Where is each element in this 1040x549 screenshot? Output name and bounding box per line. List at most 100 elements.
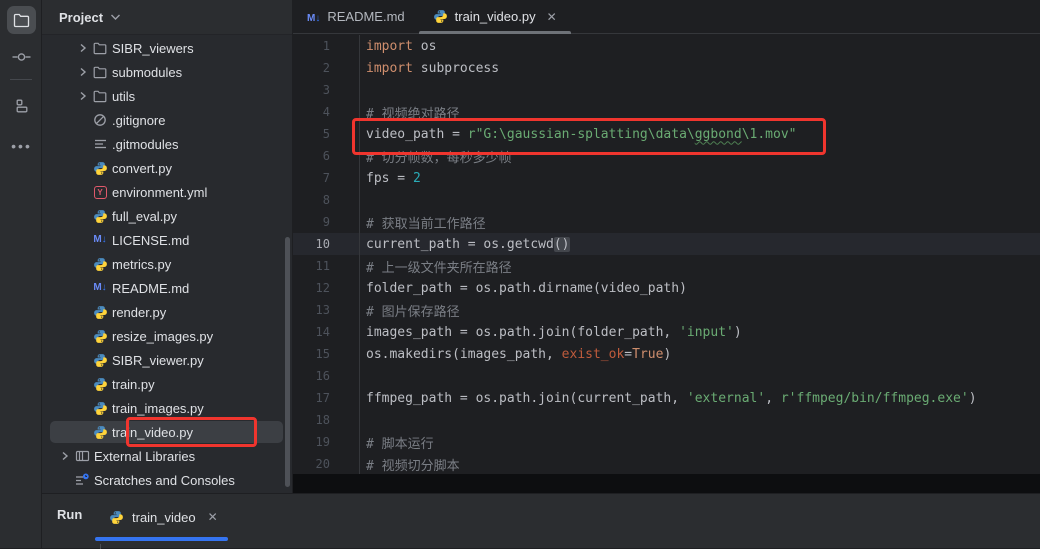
code-line-11[interactable]: 11# 上一级文件夹所在路径: [293, 255, 1040, 277]
tree-item-utils[interactable]: utils: [42, 84, 292, 108]
gutter[interactable]: [330, 431, 360, 453]
tree-item-sibr-viewer-py[interactable]: SIBR_viewer.py: [42, 348, 292, 372]
line-number[interactable]: 9: [293, 215, 330, 229]
close-icon[interactable]: ✕: [208, 510, 218, 524]
gutter[interactable]: [330, 211, 360, 233]
code-segment: ): [734, 325, 742, 340]
tree-item-full-eval-py[interactable]: full_eval.py: [42, 204, 292, 228]
code-viewport[interactable]: 1import os2import subprocess34# 视频绝对路径5v…: [293, 35, 1040, 474]
code-line-14[interactable]: 14images_path = os.path.join(folder_path…: [293, 321, 1040, 343]
line-number[interactable]: 13: [293, 303, 330, 317]
tree-item-convert-py[interactable]: convert.py: [42, 156, 292, 180]
line-number[interactable]: 1: [293, 39, 330, 53]
gutter[interactable]: [330, 255, 360, 277]
gutter[interactable]: [330, 233, 360, 255]
tree-item-license-md[interactable]: M↓LICENSE.md: [42, 228, 292, 252]
code-line-10[interactable]: 10current_path = os.getcwd(): [293, 233, 1040, 255]
line-number[interactable]: 8: [293, 193, 330, 207]
tree-item-readme-md[interactable]: M↓README.md: [42, 276, 292, 300]
gutter[interactable]: [330, 453, 360, 474]
project-tree-scrollbar[interactable]: [285, 237, 290, 487]
close-icon[interactable]: ✕: [547, 10, 557, 24]
gutter[interactable]: [330, 299, 360, 321]
editor-tab-readme-md[interactable]: M↓README.md: [293, 0, 419, 33]
tree-item--gitmodules[interactable]: .gitmodules: [42, 132, 292, 156]
structure-tool-button[interactable]: [7, 92, 36, 120]
code-line-8[interactable]: 8: [293, 189, 1040, 211]
code-line-16[interactable]: 16: [293, 365, 1040, 387]
line-number[interactable]: 17: [293, 391, 330, 405]
tree-item-resize-images-py[interactable]: resize_images.py: [42, 324, 292, 348]
code-line-6[interactable]: 6# 切分帧数，每秒多少帧: [293, 145, 1040, 167]
code-segment: import: [366, 61, 413, 76]
chevron-right-icon[interactable]: [58, 450, 72, 462]
code-segment: video_path =: [366, 127, 468, 142]
gutter[interactable]: [330, 387, 360, 409]
code-line-3[interactable]: 3: [293, 79, 1040, 101]
gutter[interactable]: [330, 57, 360, 79]
chevron-right-icon[interactable]: [76, 42, 90, 54]
tree-item-external-libraries[interactable]: External Libraries: [42, 444, 292, 468]
tree-item-sibr-viewers[interactable]: SIBR_viewers: [42, 36, 292, 60]
code-line-2[interactable]: 2import subprocess: [293, 57, 1040, 79]
run-tab-train-video[interactable]: train_video ✕: [95, 499, 232, 535]
line-number[interactable]: 18: [293, 413, 330, 427]
code-line-1[interactable]: 1import os: [293, 35, 1040, 57]
line-number[interactable]: 10: [293, 237, 330, 251]
line-number[interactable]: 2: [293, 61, 330, 75]
code-line-18[interactable]: 18: [293, 409, 1040, 431]
line-number[interactable]: 12: [293, 281, 330, 295]
tree-item-submodules[interactable]: submodules: [42, 60, 292, 84]
gutter[interactable]: [330, 277, 360, 299]
gutter[interactable]: [330, 365, 360, 387]
gutter[interactable]: [330, 321, 360, 343]
line-number[interactable]: 16: [293, 369, 330, 383]
project-tool-button[interactable]: [7, 6, 36, 34]
gutter[interactable]: [330, 167, 360, 189]
line-number[interactable]: 7: [293, 171, 330, 185]
code-segment: (): [554, 237, 570, 252]
line-number[interactable]: 3: [293, 83, 330, 97]
gutter[interactable]: [330, 409, 360, 431]
editor-tab-train-video-py[interactable]: train_video.py✕: [419, 0, 571, 33]
line-number[interactable]: 19: [293, 435, 330, 449]
gutter[interactable]: [330, 101, 360, 123]
tree-item--gitignore[interactable]: .gitignore: [42, 108, 292, 132]
line-number[interactable]: 11: [293, 259, 330, 273]
line-number[interactable]: 6: [293, 149, 330, 163]
code-line-19[interactable]: 19# 脚本运行: [293, 431, 1040, 453]
commit-tool-button[interactable]: [7, 43, 36, 71]
line-number[interactable]: 15: [293, 347, 330, 361]
code-line-5[interactable]: 5video_path = r"G:\gaussian-splatting\da…: [293, 123, 1040, 145]
code-line-13[interactable]: 13# 图片保存路径: [293, 299, 1040, 321]
gutter[interactable]: [330, 35, 360, 57]
code-line-20[interactable]: 20# 视频切分脚本: [293, 453, 1040, 474]
gutter[interactable]: [330, 189, 360, 211]
tree-item-train-images-py[interactable]: train_images.py: [42, 396, 292, 420]
line-number[interactable]: 14: [293, 325, 330, 339]
code-line-15[interactable]: 15os.makedirs(images_path, exist_ok=True…: [293, 343, 1040, 365]
chevron-right-icon[interactable]: [76, 66, 90, 78]
code-line-7[interactable]: 7fps = 2: [293, 167, 1040, 189]
project-panel-header[interactable]: Project: [42, 0, 292, 35]
code-line-9[interactable]: 9# 获取当前工作路径: [293, 211, 1040, 233]
code-line-12[interactable]: 12folder_path = os.path.dirname(video_pa…: [293, 277, 1040, 299]
tree-item-scratches-and-consoles[interactable]: Scratches and Consoles: [42, 468, 292, 492]
line-number[interactable]: 4: [293, 105, 330, 119]
code-line-17[interactable]: 17ffmpeg_path = os.path.join(current_pat…: [293, 387, 1040, 409]
gutter[interactable]: [330, 343, 360, 365]
editor-tab-bar: M↓README.mdtrain_video.py✕: [293, 0, 1040, 34]
line-number[interactable]: 20: [293, 457, 330, 471]
code-line-4[interactable]: 4# 视频绝对路径: [293, 101, 1040, 123]
tree-item-render-py[interactable]: render.py: [42, 300, 292, 324]
more-tool-windows-button[interactable]: •••: [7, 132, 36, 160]
gutter[interactable]: [330, 123, 360, 145]
tree-item-environment-yml[interactable]: Yenvironment.yml: [42, 180, 292, 204]
tree-item-metrics-py[interactable]: metrics.py: [42, 252, 292, 276]
line-number[interactable]: 5: [293, 127, 330, 141]
tree-item-train-video-py[interactable]: train_video.py: [42, 420, 292, 444]
gutter[interactable]: [330, 79, 360, 101]
tree-item-train-py[interactable]: train.py: [42, 372, 292, 396]
chevron-right-icon[interactable]: [76, 90, 90, 102]
gutter[interactable]: [330, 145, 360, 167]
